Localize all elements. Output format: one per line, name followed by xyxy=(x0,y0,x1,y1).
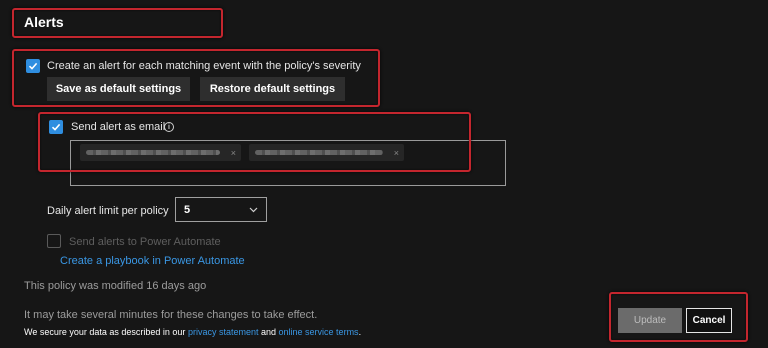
remove-recipient-icon[interactable]: × xyxy=(231,148,236,158)
send-email-label: Send alert as email xyxy=(71,121,166,133)
recipient-email-redacted xyxy=(255,150,383,155)
update-button[interactable]: Update xyxy=(618,308,682,333)
create-playbook-link[interactable]: Create a playbook in Power Automate xyxy=(60,255,245,267)
recipient-email-redacted xyxy=(86,150,220,155)
privacy-prefix: We secure your data as described in our xyxy=(24,327,186,337)
recipient-chip[interactable]: × xyxy=(249,144,404,161)
daily-limit-value: 5 xyxy=(184,203,191,216)
send-email-checkbox[interactable] xyxy=(49,120,63,134)
create-alert-label: Create an alert for each matching event … xyxy=(47,60,361,72)
chevron-down-icon xyxy=(249,207,258,212)
section-title: Alerts xyxy=(24,14,64,30)
power-automate-checkbox[interactable] xyxy=(47,234,61,248)
privacy-and: and xyxy=(260,327,277,337)
checkmark-icon xyxy=(51,123,61,131)
online-service-terms-link[interactable]: online service terms xyxy=(279,327,359,337)
changes-delay-notice: It may take several minutes for these ch… xyxy=(24,309,318,321)
power-automate-label: Send alerts to Power Automate xyxy=(69,236,221,248)
privacy-notice: We secure your data as described in our … xyxy=(24,327,361,337)
modified-status-text: This policy was modified 16 days ago xyxy=(24,280,207,292)
checkmark-icon xyxy=(28,62,38,70)
remove-recipient-icon[interactable]: × xyxy=(394,148,399,158)
info-icon[interactable]: i xyxy=(164,122,174,132)
daily-limit-select[interactable]: 5 xyxy=(175,197,267,222)
daily-limit-label: Daily alert limit per policy xyxy=(47,205,169,217)
privacy-suffix: . xyxy=(358,327,362,337)
create-alert-checkbox[interactable] xyxy=(26,59,40,73)
alerts-panel: Alerts Create an alert for each matching… xyxy=(0,0,768,348)
recipient-chip[interactable]: × xyxy=(80,144,241,161)
privacy-statement-link[interactable]: privacy statement xyxy=(188,327,259,337)
save-default-settings-button[interactable]: Save as default settings xyxy=(47,77,190,101)
restore-default-settings-button[interactable]: Restore default settings xyxy=(200,77,345,101)
cancel-button[interactable]: Cancel xyxy=(686,308,732,333)
